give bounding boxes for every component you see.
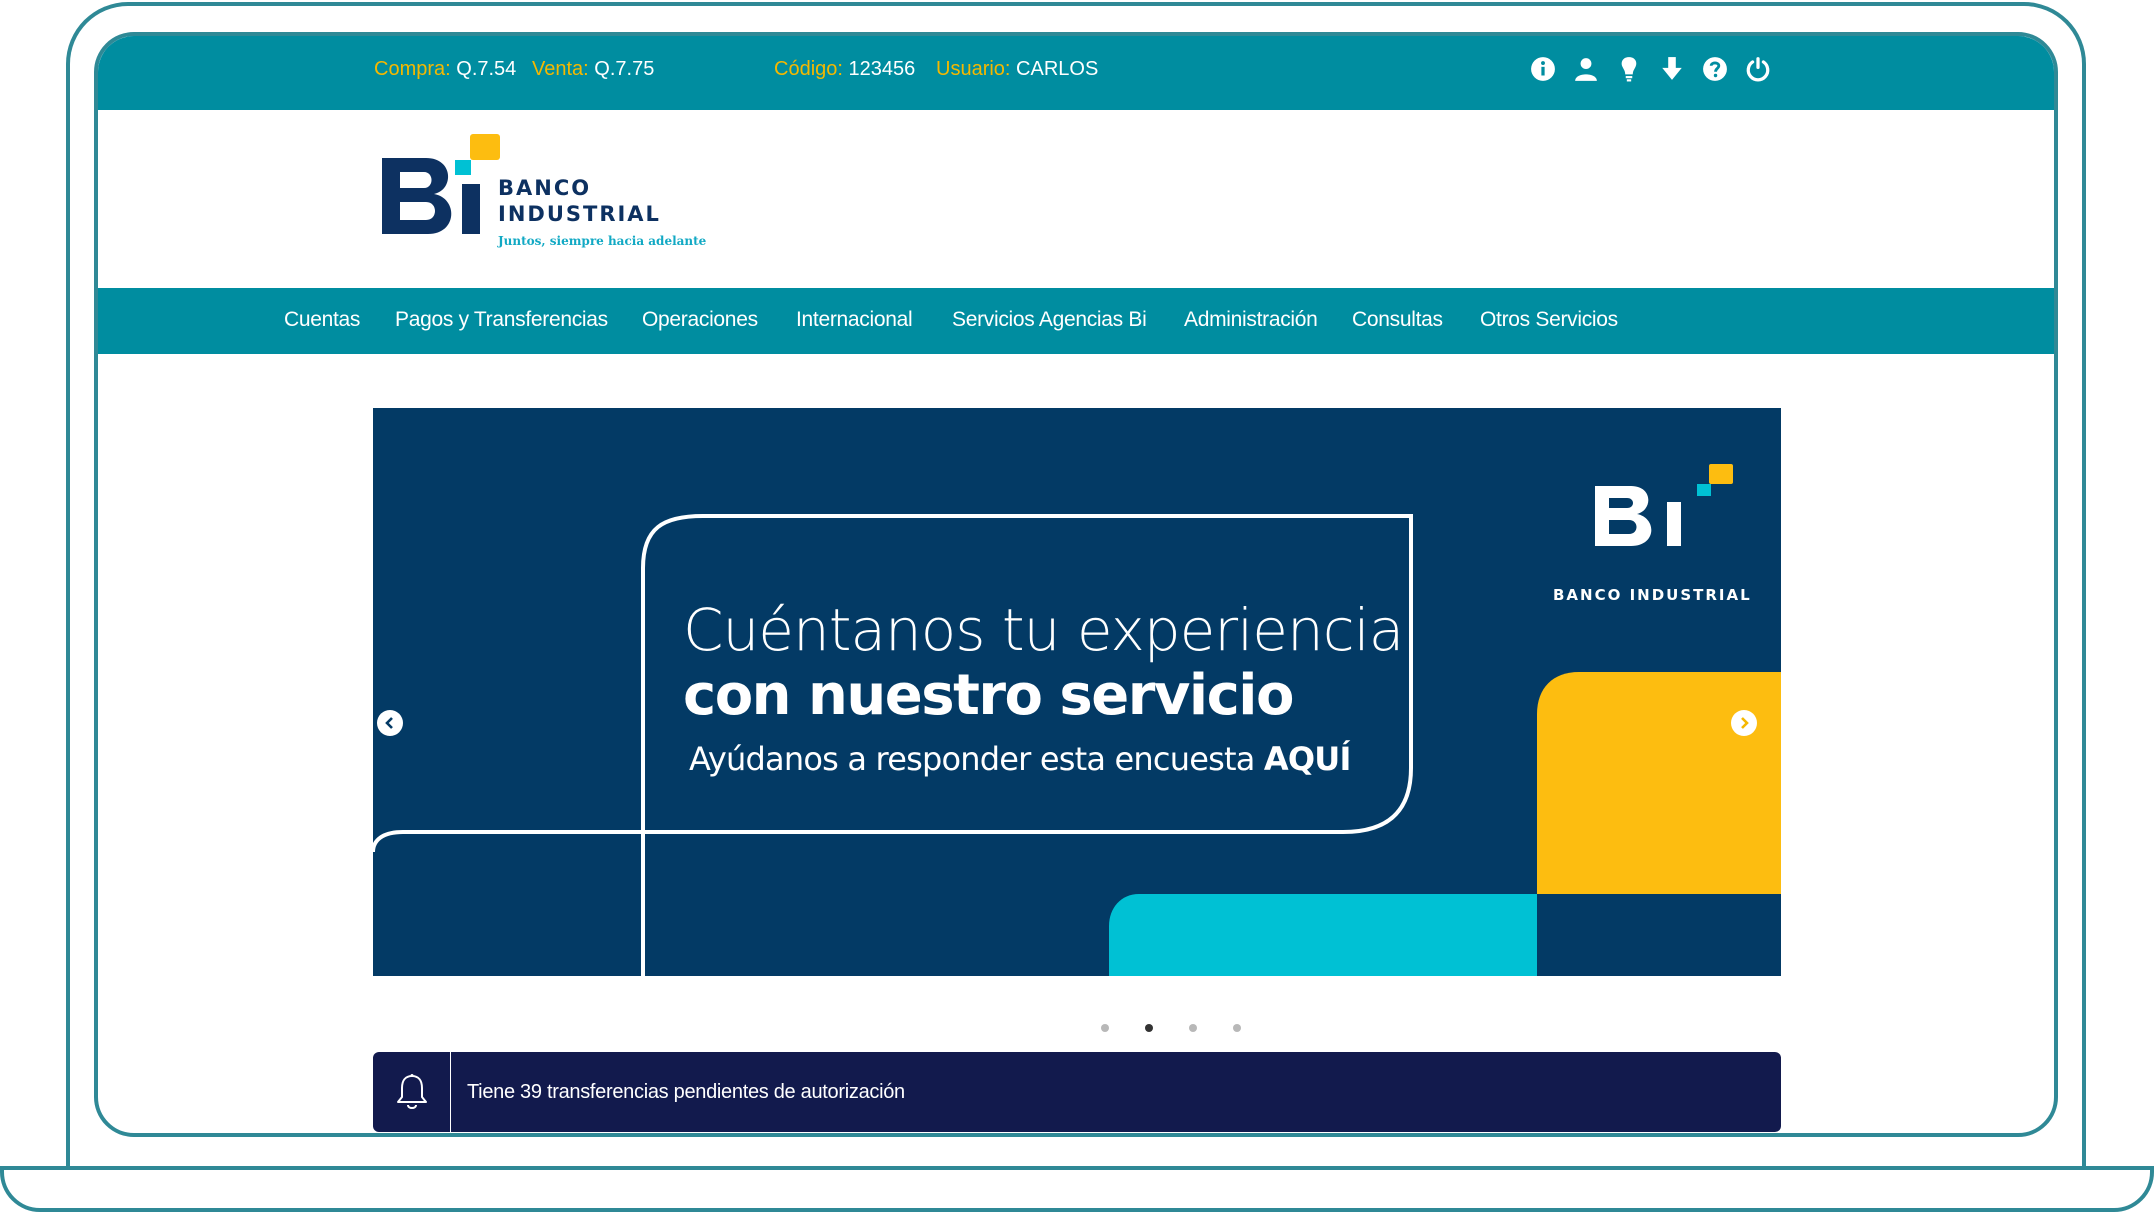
logo-bank-text: BANCO — [498, 176, 592, 200]
code-value: 123456 — [848, 58, 916, 80]
carousel-dot-4[interactable] — [1233, 1024, 1241, 1032]
bi-logo-mark — [382, 134, 500, 234]
sell-label: Venta: — [532, 58, 589, 80]
carousel-prev-button[interactable] — [377, 710, 403, 736]
nav-item-administracion[interactable]: Administración — [1184, 308, 1318, 332]
toolbar-icons — [1529, 54, 1772, 84]
notification-text: Tiene 39 transferencias pendientes de au… — [467, 1080, 905, 1103]
top-bar: Compra: Q.7.54 Venta: Q.7.75 Código: 123… — [98, 36, 2054, 110]
download-icon[interactable] — [1658, 54, 1686, 84]
banner-brand-text: BANCO INDUSTRIAL — [1553, 586, 1752, 604]
banner-cta-text: Ayúdanos a responder esta encuesta — [689, 740, 1255, 778]
nav-item-internacional[interactable]: Internacional — [796, 308, 913, 332]
user-icon[interactable] — [1572, 54, 1600, 84]
nav-item-pagos-transferencias[interactable]: Pagos y Transferencias — [395, 308, 608, 332]
bank-logo[interactable]: BANCO INDUSTRIAL Juntos, siempre hacia a… — [382, 134, 722, 258]
laptop-mockup: Compra: Q.7.54 Venta: Q.7.75 Código: 123… — [0, 0, 2154, 1214]
banner-subheadline: con nuestro servicio — [683, 663, 1294, 728]
promo-banner[interactable]: Cuéntanos tu experiencia con nuestro ser… — [373, 408, 1781, 976]
banner-cta-link[interactable]: AQUÍ — [1264, 740, 1351, 778]
help-icon[interactable] — [1701, 54, 1729, 84]
browser-screen: Compra: Q.7.54 Venta: Q.7.75 Código: 123… — [94, 32, 2058, 1137]
carousel-dot-1[interactable] — [1101, 1024, 1109, 1032]
user-code: Código: 123456 — [774, 58, 915, 81]
chevron-left-icon — [385, 717, 393, 729]
user-label: Usuario: — [936, 58, 1011, 80]
nav-item-operaciones[interactable]: Operaciones — [642, 308, 758, 332]
logo-industrial-text: INDUSTRIAL — [498, 202, 661, 226]
nav-item-servicios-agencias[interactable]: Servicios Agencias Bi — [952, 308, 1147, 332]
nav-item-otros-servicios[interactable]: Otros Servicios — [1480, 308, 1618, 332]
carousel-dot-3[interactable] — [1189, 1024, 1197, 1032]
user-value: CARLOS — [1016, 58, 1099, 80]
banner-headline: Cuéntanos tu experiencia — [683, 596, 1404, 664]
power-icon[interactable] — [1744, 54, 1772, 84]
buy-value: Q.7.54 — [456, 58, 517, 80]
user-name: Usuario: CARLOS — [936, 58, 1098, 81]
carousel-next-button[interactable] — [1731, 710, 1757, 736]
banner-cta: Ayúdanos a responder esta encuesta AQUÍ — [689, 740, 1351, 778]
chevron-right-icon — [1741, 717, 1749, 729]
exchange-sell: Venta: Q.7.75 — [532, 58, 654, 81]
bell-icon — [373, 1052, 451, 1132]
main-nav: Cuentas Pagos y Transferencias Operacion… — [98, 288, 2054, 354]
buy-label: Compra: — [374, 58, 451, 80]
logo-tagline: Juntos, siempre hacia adelante — [498, 234, 707, 248]
info-icon[interactable] — [1529, 54, 1557, 84]
lightbulb-icon[interactable] — [1615, 54, 1643, 84]
carousel-dot-2[interactable] — [1145, 1024, 1153, 1032]
laptop-base — [0, 1166, 2154, 1212]
pending-transfers-notification[interactable]: Tiene 39 transferencias pendientes de au… — [373, 1052, 1781, 1132]
nav-item-cuentas[interactable]: Cuentas — [284, 308, 360, 332]
nav-item-consultas[interactable]: Consultas — [1352, 308, 1443, 332]
code-label: Código: — [774, 58, 843, 80]
carousel-indicators — [1101, 1024, 1241, 1032]
exchange-buy: Compra: Q.7.54 — [374, 58, 516, 81]
sell-value: Q.7.75 — [594, 58, 655, 80]
